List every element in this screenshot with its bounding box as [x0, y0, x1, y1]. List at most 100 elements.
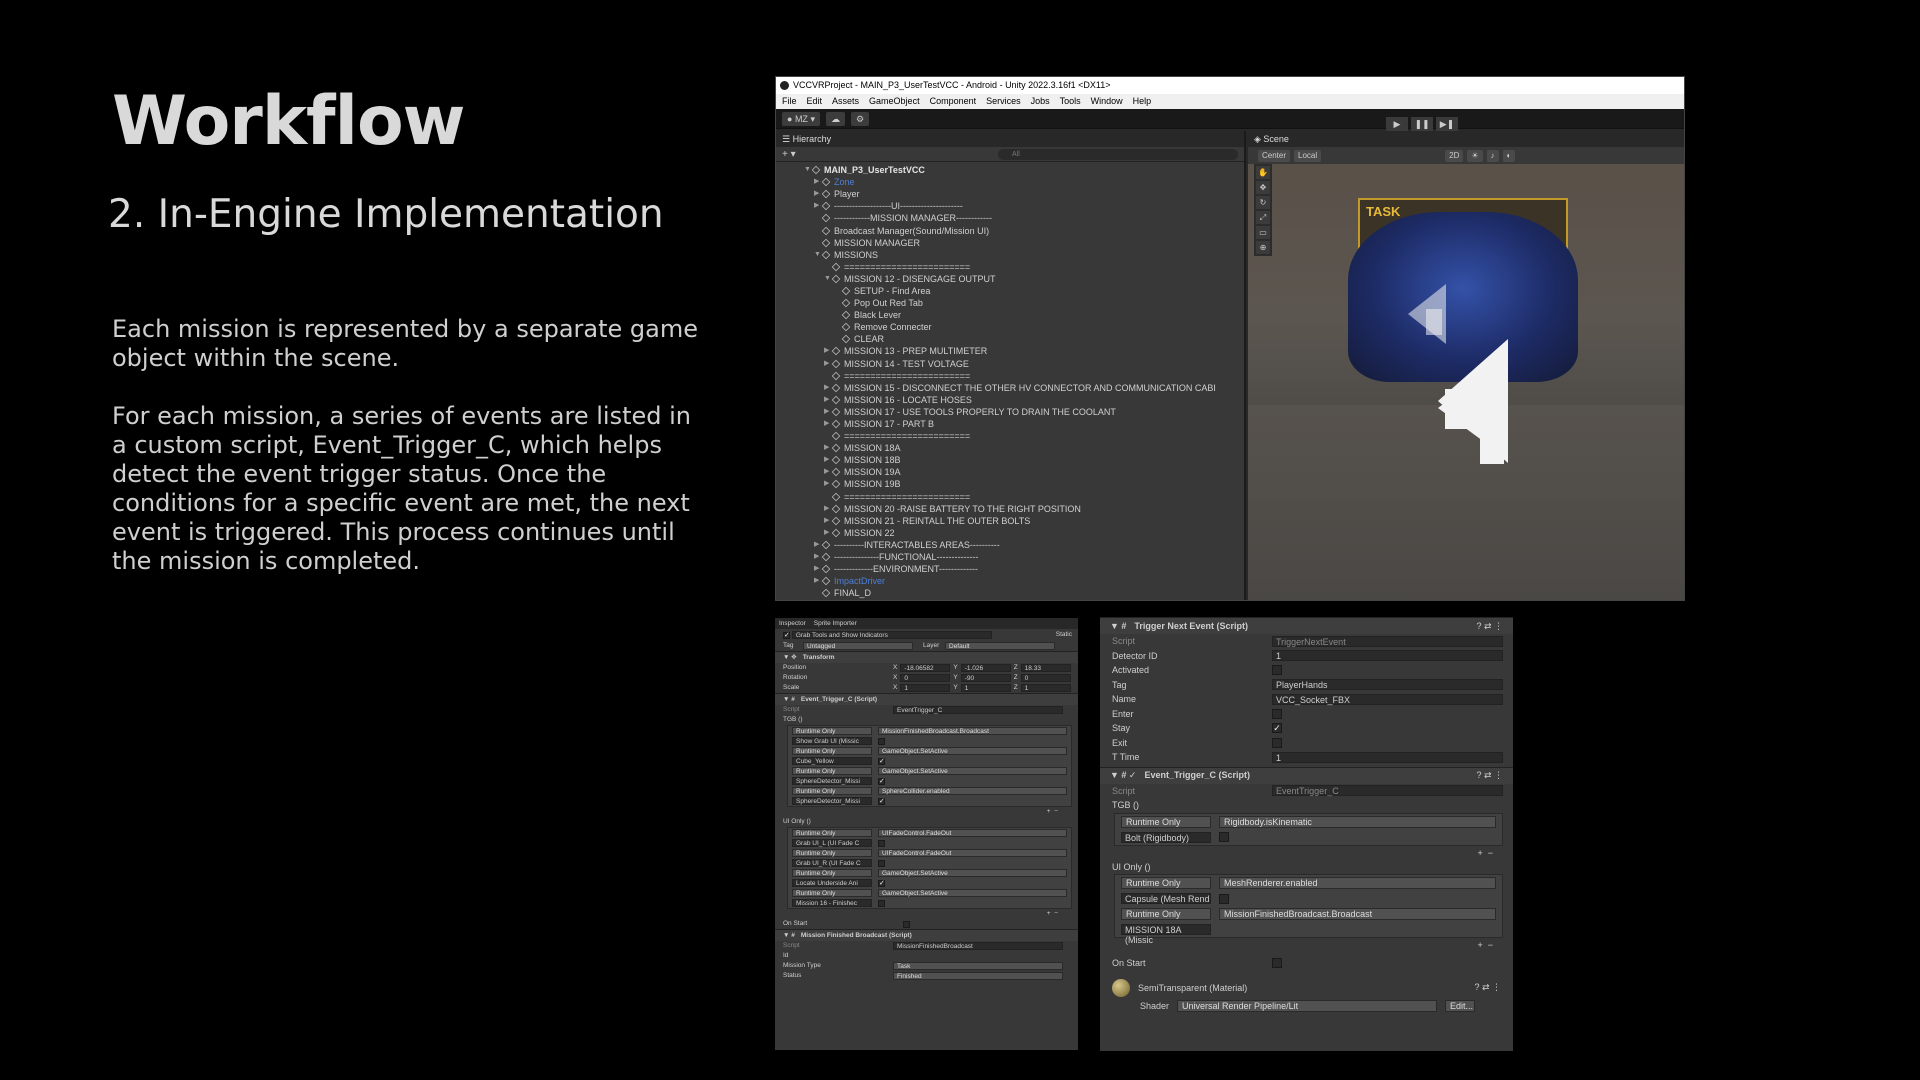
hierarchy-item[interactable]: MISSION MANAGER [776, 237, 1244, 249]
tab-sprite-importer[interactable]: Sprite Importer [814, 618, 857, 629]
field-checkbox[interactable] [1272, 708, 1282, 719]
hierarchy-item[interactable]: SETUP - Find Area [776, 285, 1244, 297]
expand-arrow-icon[interactable]: ▶ [814, 188, 822, 200]
tab-inspector[interactable]: Inspector [779, 618, 806, 629]
argument-checkbox[interactable] [878, 839, 885, 847]
function-dropdown[interactable]: GameObject.SetActive [878, 869, 1067, 877]
menu-item-file[interactable]: File [782, 94, 797, 109]
target-object-field[interactable]: SphereDetector_Missi [792, 797, 872, 805]
hierarchy-item[interactable]: Black Lever [776, 309, 1244, 321]
menu-item-edit[interactable]: Edit [807, 94, 823, 109]
settings-icon[interactable]: ⚙ [850, 111, 870, 126]
event-trigger-header[interactable]: ▼ # Event_Trigger_C (Script) [775, 693, 1078, 705]
runtime-mode-dropdown[interactable]: Runtime Only [792, 767, 872, 775]
field-input[interactable]: PlayerHands [1272, 679, 1503, 691]
shader-edit-button[interactable]: Edit... [1445, 999, 1476, 1012]
menu-item-component[interactable]: Component [930, 94, 977, 109]
field-checkbox[interactable] [1272, 737, 1282, 748]
function-dropdown[interactable]: UIFadeControl.FadeOut [878, 829, 1067, 837]
hierarchy-item[interactable]: ▶ MISSION 17 - USE TOOLS PROPERLY TO DRAI… [776, 406, 1244, 418]
hierarchy-item[interactable]: ▶ -------------------UI------------------… [776, 200, 1244, 212]
menu-item-window[interactable]: Window [1091, 94, 1123, 109]
rotate-tool-icon[interactable]: ↻ [1256, 196, 1270, 209]
runtime-mode-dropdown[interactable]: Runtime Only [792, 747, 872, 755]
field-checkbox[interactable] [1272, 665, 1282, 676]
function-dropdown[interactable]: MissionFinishedBroadcast.Broadcast [878, 727, 1067, 735]
runtime-mode-dropdown[interactable]: Runtime Only [792, 829, 872, 837]
function-dropdown[interactable]: GameObject.SetActive [878, 747, 1067, 755]
target-object-field[interactable]: Cube_Yellow [792, 757, 872, 765]
object-name-field[interactable]: Grab Tools and Show Indicators [791, 631, 992, 639]
2d-toggle[interactable]: 2D [1445, 149, 1464, 162]
expand-arrow-icon[interactable]: ▼ [804, 164, 812, 176]
function-dropdown[interactable]: SphereCollider.enabled [878, 787, 1067, 795]
hierarchy-item[interactable]: ▶ MISSION 20 -RAISE BATTERY TO THE RIGHT … [776, 503, 1244, 515]
static-label[interactable]: Static [1056, 630, 1078, 640]
expand-arrow-icon[interactable]: ▶ [824, 454, 832, 466]
argument-checkbox[interactable]: ✓ [878, 777, 885, 785]
step-button[interactable]: ▶❚ [1436, 117, 1458, 131]
function-dropdown[interactable]: GameObject.SetActive [878, 889, 1067, 897]
menu-item-gameobject[interactable]: GameObject [869, 94, 920, 109]
hierarchy-item[interactable]: ▶ Zone [776, 176, 1244, 188]
event-trigger-header-2[interactable]: ▼ # ✓ Event_Trigger_C (Script)? ⇄ ⋮ [1100, 766, 1513, 784]
hierarchy-item[interactable]: ======================== [776, 370, 1244, 382]
hierarchy-item[interactable]: CLEAR [776, 333, 1244, 345]
function-dropdown[interactable]: Rigidbody.isKinematic [1219, 815, 1496, 828]
expand-arrow-icon[interactable]: ▶ [814, 575, 822, 587]
hand-tool-icon[interactable]: ✋ [1256, 166, 1270, 179]
add-object-button[interactable]: + ▾ [782, 149, 796, 160]
function-dropdown[interactable]: MeshRenderer.enabled [1219, 877, 1496, 889]
tab-scene[interactable]: ◈ Scene [1248, 131, 1684, 147]
lighting-icon[interactable]: ☀ [1467, 149, 1483, 162]
runtime-mode-dropdown[interactable]: Runtime Only [1121, 815, 1211, 828]
trigger-next-event-header[interactable]: ▼ # Trigger Next Event (Script)? ⇄ ⋮ [1100, 617, 1513, 634]
target-object-field[interactable]: Capsule (Mesh Rend [1121, 893, 1211, 904]
field-input[interactable]: 1 [1272, 650, 1503, 662]
argument-checkbox[interactable] [878, 899, 885, 907]
hierarchy-item[interactable]: ▶ MISSION 22 [776, 527, 1244, 539]
hierarchy-item[interactable]: Remove Connecter [776, 321, 1244, 333]
runtime-mode-dropdown[interactable]: Runtime Only [792, 727, 872, 735]
hierarchy-item[interactable]: ▶ MISSION 14 - TEST VOLTAGE [776, 358, 1244, 370]
expand-arrow-icon[interactable]: ▶ [814, 551, 822, 563]
function-dropdown[interactable]: MissionFinishedBroadcast.Broadcast [1219, 908, 1496, 920]
expand-arrow-icon[interactable]: ▶ [814, 563, 822, 575]
argument-checkbox[interactable] [878, 737, 885, 745]
transform-header[interactable]: ▼ ✥ Transform [775, 651, 1078, 663]
audio-icon[interactable]: ♪ [1486, 149, 1499, 162]
ui-add-remove[interactable]: + − [775, 909, 1078, 919]
hierarchy-item[interactable]: ▼ MISSIONS [776, 249, 1244, 261]
menu-item-assets[interactable]: Assets [832, 94, 859, 109]
tgb-add-remove[interactable]: + − [775, 807, 1078, 817]
play-button[interactable]: ▶ [1386, 117, 1408, 131]
runtime-mode-dropdown[interactable]: Runtime Only [792, 849, 872, 857]
tab-hierarchy[interactable]: ☰ Hierarchy [776, 131, 1244, 147]
status-dropdown[interactable]: Finished [893, 972, 1063, 980]
hierarchy-item[interactable]: FINAL_D [776, 587, 1244, 599]
argument-checkbox[interactable]: ✓ [878, 757, 885, 765]
hierarchy-item[interactable]: ------------MISSION MANAGER------------ [776, 212, 1244, 224]
expand-arrow-icon[interactable]: ▶ [814, 176, 822, 188]
function-dropdown[interactable]: GameObject.SetActive [878, 767, 1067, 775]
material-row[interactable]: SemiTransparent (Material) ? ⇄ ⋮ [1100, 971, 1513, 999]
pivot-center-dropdown[interactable]: Center [1258, 149, 1291, 162]
hierarchy-item[interactable]: ▶ MISSION 18A [776, 442, 1244, 454]
menu-item-jobs[interactable]: Jobs [1031, 94, 1050, 109]
runtime-mode-dropdown[interactable]: Runtime Only [792, 787, 872, 795]
argument-checkbox[interactable] [878, 859, 885, 867]
mission-finished-header[interactable]: ▼ # Mission Finished Broadcast (Script) [775, 929, 1078, 941]
hierarchy-item[interactable]: ▶ Player [776, 188, 1244, 200]
target-object-field[interactable]: Grab UI_R (UI Fade C [792, 859, 872, 867]
runtime-mode-dropdown[interactable]: Runtime Only [792, 889, 872, 897]
argument-checkbox[interactable]: ✓ [878, 879, 885, 887]
hierarchy-item[interactable]: ▶ MISSION 18B [776, 454, 1244, 466]
menu-item-tools[interactable]: Tools [1060, 94, 1081, 109]
menu-item-help[interactable]: Help [1133, 94, 1152, 109]
mission-type-dropdown[interactable]: Task [893, 962, 1063, 970]
hierarchy-item[interactable]: ▶ MISSION 13 - PREP MULTIMETER [776, 345, 1244, 357]
expand-arrow-icon[interactable]: ▶ [824, 345, 832, 357]
rect-tool-icon[interactable]: ▭ [1256, 226, 1270, 239]
target-object-field[interactable]: SphereDetector_Missi [792, 777, 872, 785]
hierarchy-item[interactable]: ======================== [776, 261, 1244, 273]
